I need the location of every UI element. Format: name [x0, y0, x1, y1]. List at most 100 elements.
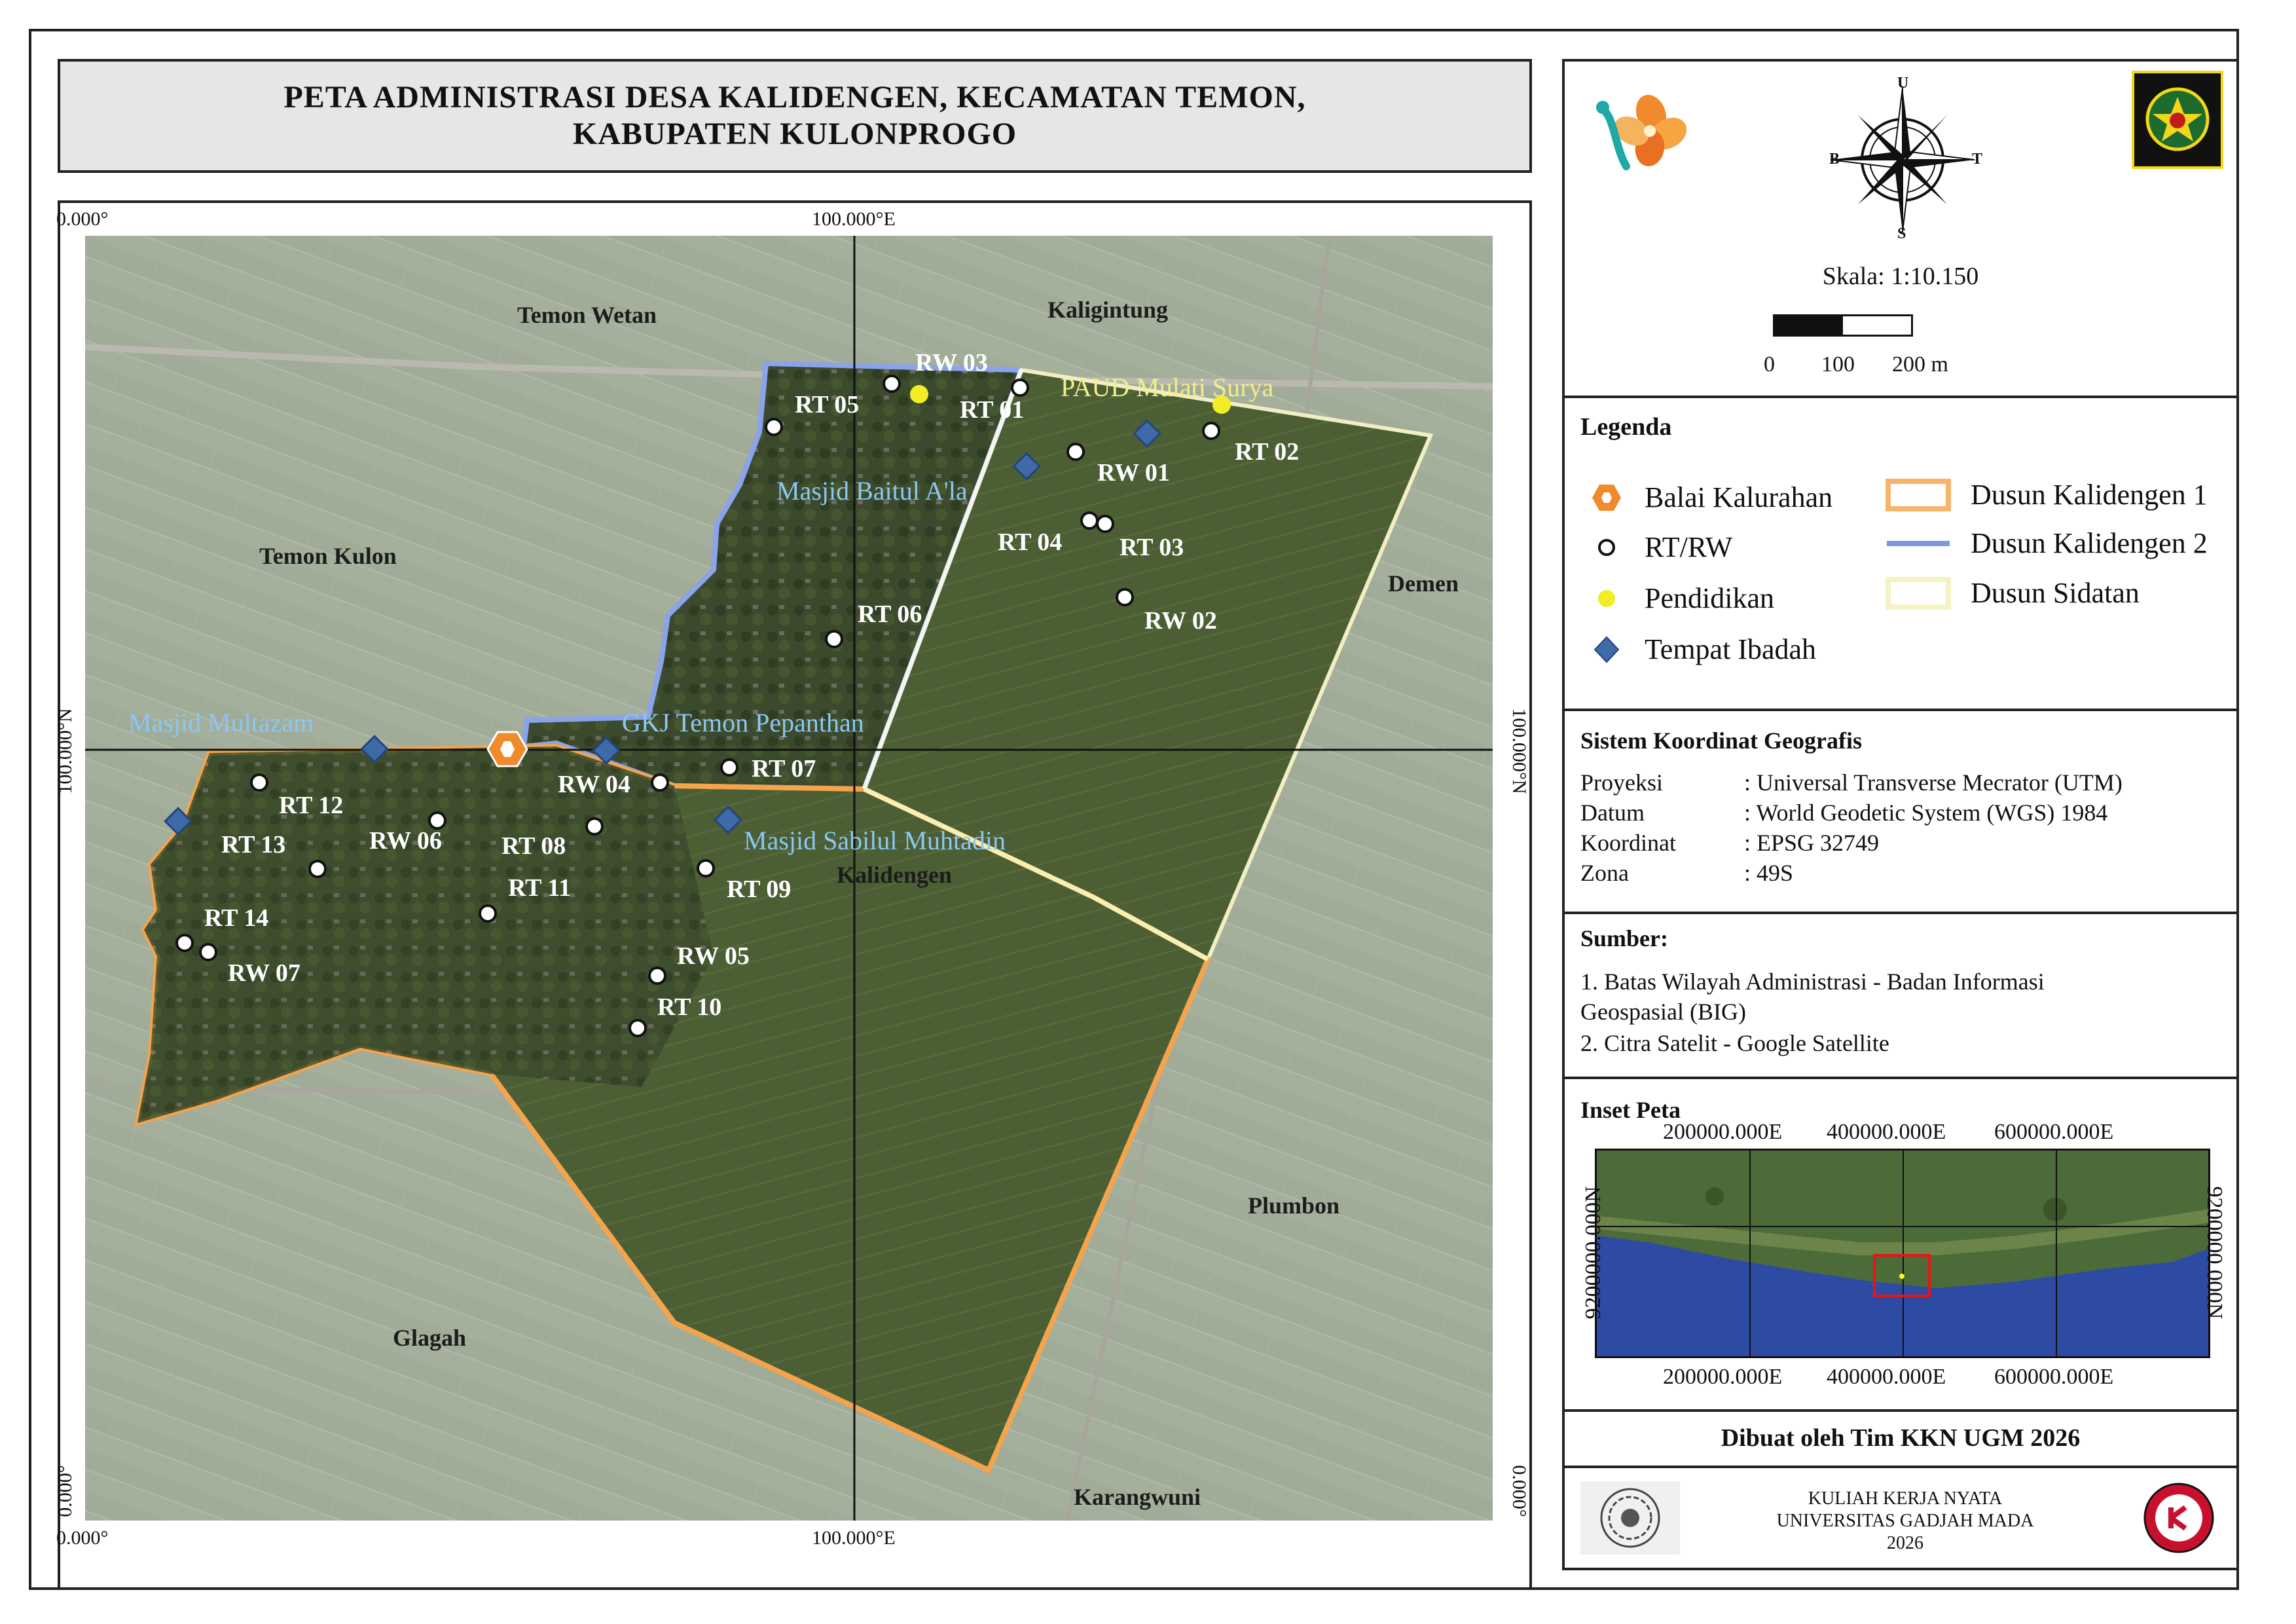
legend-label: RT/RW — [1645, 531, 1733, 563]
point-rw-07[interactable] — [199, 943, 217, 961]
label-rw-06: RW 06 — [369, 827, 442, 855]
legend-pendidikan: Pendidikan — [1588, 581, 1774, 615]
point-rt-08[interactable] — [585, 817, 604, 836]
inset-top-tick-2: 400000.000E — [1827, 1120, 1946, 1144]
grid-label-right-mid: 100.000°N — [1508, 708, 1530, 794]
label-rt-09: RT 09 — [727, 876, 792, 903]
place-demen: Demen — [1388, 570, 1459, 597]
point-rw-01[interactable] — [1066, 443, 1085, 461]
legend-label: Balai Kalurahan — [1645, 481, 1833, 513]
point-rt-02[interactable] — [1202, 422, 1220, 440]
place-temon-kulon: Temon Kulon — [259, 543, 397, 569]
scale-bar — [1773, 314, 1913, 337]
label-paud-mulati-surya: PAUD Mulati Surya — [1061, 373, 1274, 402]
point-rt-12[interactable] — [250, 773, 268, 792]
inset-bottom-tick-2: 400000.000E — [1827, 1365, 1946, 1389]
inset-map[interactable] — [1595, 1149, 2210, 1358]
label-rw-01: RW 01 — [1097, 459, 1170, 487]
scale-tick-100: 100 — [1821, 352, 1855, 377]
compass-rose-icon — [1817, 75, 1988, 245]
point-rt-10[interactable] — [629, 1019, 647, 1037]
circle-icon — [1588, 531, 1625, 564]
legend-label: Dusun Sidatan — [1971, 577, 2140, 609]
crs-key-datum: Datum — [1580, 800, 1645, 826]
crs-val-zona: : 49S — [1744, 860, 1794, 886]
label-rt-01: RT 01 — [960, 396, 1025, 424]
label-rt-08: RT 08 — [501, 832, 566, 860]
label-rt-12: RT 12 — [279, 792, 344, 819]
legend-label: Dusun Kalidengen 1 — [1971, 479, 2208, 511]
compass-north: U — [1897, 75, 1909, 92]
legend-dusun-kalidengen-2: Dusun Kalidengen 2 — [1886, 526, 2208, 560]
inset-bottom-tick-1: 200000.000E — [1663, 1365, 1783, 1389]
scale-tick-0: 0 — [1764, 352, 1775, 377]
legend-label: Pendidikan — [1645, 582, 1774, 614]
source-title: Sumber: — [1580, 925, 1668, 951]
label-rw-03: RW 03 — [915, 349, 988, 377]
scale-text: Skala: 1:10.150 — [1822, 263, 1979, 290]
point-rt-01[interactable] — [1011, 378, 1029, 397]
footer-line-2: UNIVERSITAS GADJAH MADA — [1776, 1511, 2034, 1531]
point-rt-07[interactable] — [720, 758, 738, 777]
grid-label-top-left: 0.000° — [56, 208, 109, 230]
legend-title: Legenda — [1580, 413, 1672, 441]
label-rt-07: RT 07 — [752, 755, 816, 783]
point-rt-13[interactable] — [308, 860, 327, 878]
blue-line-icon — [1886, 527, 1951, 560]
point-rw-05[interactable] — [648, 967, 666, 985]
kkn-circle-logo — [2142, 1481, 2215, 1555]
point-rt-11[interactable] — [479, 904, 497, 923]
point-rt-05[interactable] — [765, 418, 783, 436]
point-rw-03[interactable] — [883, 375, 901, 393]
place-plumbon: Plumbon — [1248, 1192, 1340, 1219]
label-gkj-temon: GKJ Temon Pepanthan — [622, 708, 864, 737]
legend-rt-rw: RT/RW — [1588, 530, 1732, 564]
legend-balai-kalurahan: Balai Kalurahan — [1588, 481, 1832, 514]
diamond-icon — [1588, 633, 1625, 666]
ugm-logo — [1580, 1481, 1680, 1555]
label-rt-10: RT 10 — [657, 993, 722, 1021]
made-by-text: Dibuat oleh Tim KKN UGM 2026 — [1721, 1424, 2081, 1452]
source-2: 2. Citra Satelit - Google Satellite — [1580, 1030, 1889, 1056]
point-rt-09[interactable] — [697, 859, 715, 877]
compass-east: T — [1972, 151, 1983, 168]
map-canvas[interactable]: Temon Wetan Kaligintung Temon Kulon Deme… — [85, 236, 1493, 1521]
orange-rect-icon — [1886, 478, 1951, 511]
point-rt-14[interactable] — [175, 934, 194, 952]
legend-tempat-ibadah: Tempat Ibadah — [1588, 633, 1816, 666]
point-rt-04[interactable] — [1080, 511, 1099, 530]
kabupaten-emblem-logo — [2132, 71, 2223, 169]
place-kalidengen: Kalidengen — [837, 862, 953, 888]
title-line-1: PETA ADMINISTRASI DESA KALIDENGEN, KECAM… — [283, 80, 1306, 115]
point-rw-04[interactable] — [651, 773, 669, 792]
label-rt-02: RT 02 — [1235, 438, 1300, 466]
label-rt-14: RT 14 — [204, 904, 269, 932]
label-rw-05: RW 05 — [677, 942, 750, 970]
crs-key-zona: Zona — [1580, 860, 1629, 886]
point-rw-02[interactable] — [1116, 588, 1134, 606]
scale-tick-200: 200 m — [1892, 352, 1948, 377]
place-kaligintung: Kaligintung — [1048, 297, 1169, 323]
grid-label-bottom-left: 0.000° — [56, 1527, 109, 1549]
point-balai-kalurahan[interactable] — [486, 731, 528, 767]
label-rt-03: RT 03 — [1120, 534, 1184, 561]
crs-key-proyeksi: Proyeksi — [1580, 769, 1663, 796]
place-karangwuni: Karangwuni — [1074, 1484, 1201, 1510]
label-masjid-sabilul: Masjid Sabilul Muhtadin — [744, 826, 1006, 855]
crs-key-koordinat: Koordinat — [1580, 830, 1676, 856]
point-rt-03[interactable] — [1096, 515, 1114, 533]
source-1a: 1. Batas Wilayah Administrasi - Badan In… — [1580, 969, 2045, 995]
point-rt-06[interactable] — [825, 630, 843, 648]
place-temon-wetan: Temon Wetan — [517, 302, 657, 328]
cream-rect-icon — [1886, 576, 1951, 610]
crs-val-proyeksi: : Universal Transverse Mecrator (UTM) — [1744, 769, 2123, 796]
legend-label: Dusun Kalidengen 2 — [1971, 527, 2208, 559]
legend-dusun-kalidengen-1: Dusun Kalidengen 1 — [1886, 478, 2208, 511]
map-info-panel: U S B T Skala: 1:10.150 0 100 200 m Lege… — [1562, 59, 2239, 1570]
point-education-paud[interactable] — [910, 385, 928, 403]
legend-dusun-sidatan: Dusun Sidatan — [1886, 576, 2140, 610]
inset-left-tick: 9200000.000N — [1581, 1186, 1605, 1320]
crs-val-datum: : World Geodetic System (WGS) 1984 — [1744, 800, 2108, 826]
label-rt-06: RT 06 — [858, 600, 922, 628]
label-rt-11: RT 11 — [508, 874, 572, 902]
